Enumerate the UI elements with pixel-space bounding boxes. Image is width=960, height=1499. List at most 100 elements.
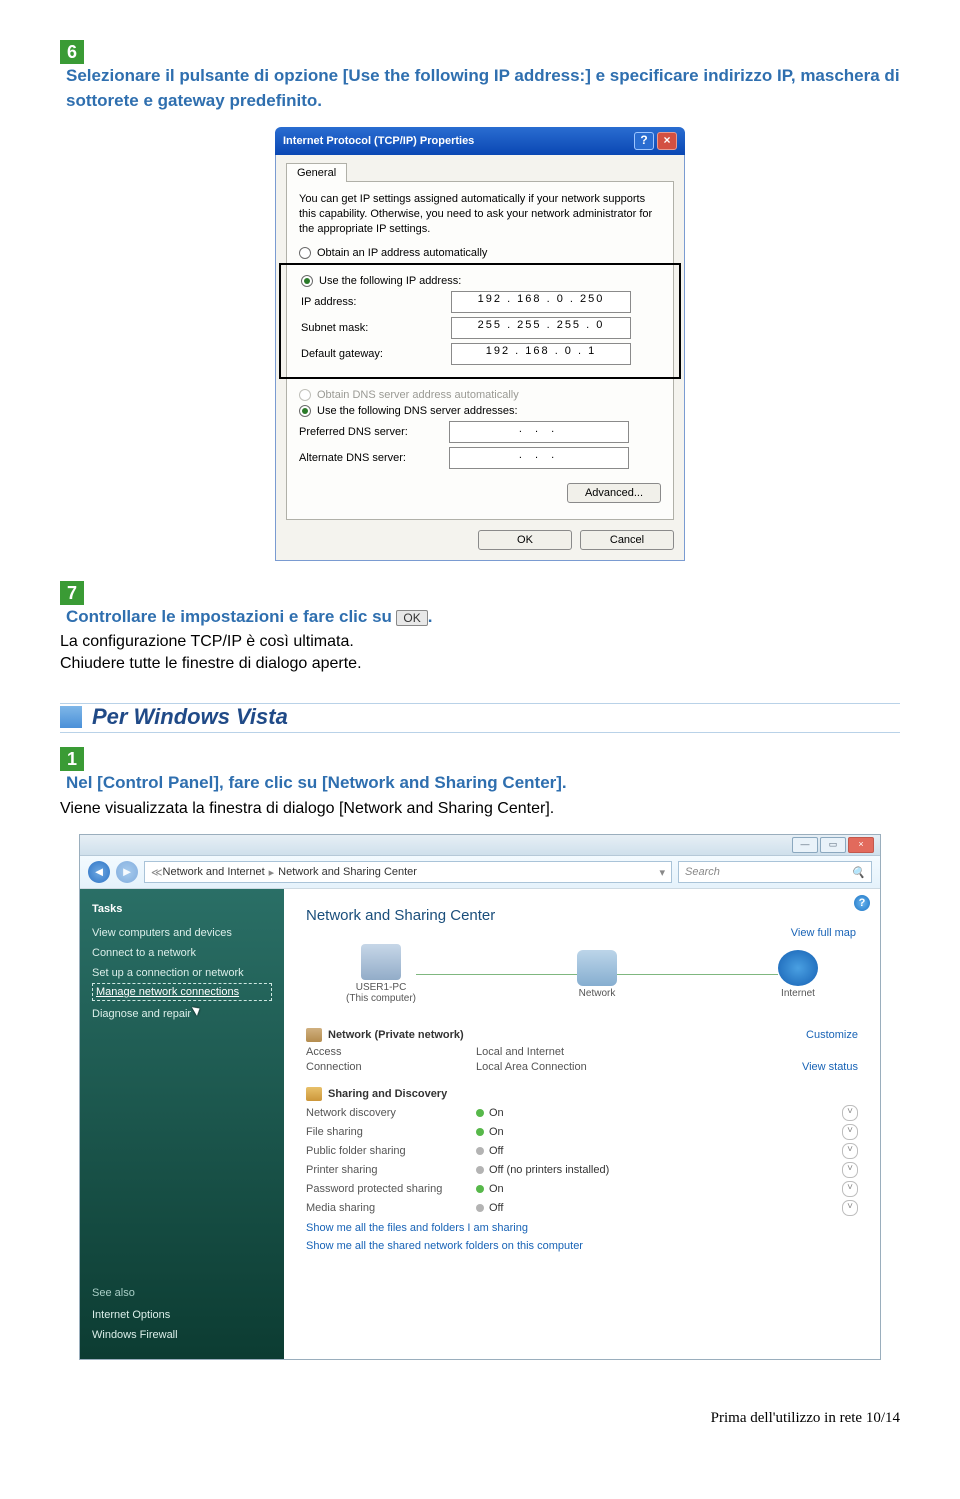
ip-address-input[interactable]: 192 . 168 . 0 . 250 (451, 291, 631, 313)
tab-general[interactable]: General (286, 163, 347, 182)
section-header: Per Windows Vista (60, 703, 900, 733)
help-icon[interactable]: ? (634, 132, 654, 150)
nav-forward-icon[interactable]: ► (116, 861, 138, 883)
sharing-row: Public folder sharingOff˅ (306, 1143, 858, 1159)
close-icon[interactable]: × (848, 837, 874, 853)
sharing-key: Network discovery (306, 1107, 476, 1119)
radio-use-following-dns[interactable]: Use the following DNS server addresses: (299, 405, 661, 417)
step1-line2: Viene visualizzata la finestra di dialog… (60, 800, 900, 818)
chevron-down-icon[interactable]: ˅ (842, 1181, 858, 1197)
section-title: Per Windows Vista (92, 704, 288, 730)
sharing-group-icon (306, 1087, 322, 1101)
view-full-map-link[interactable]: View full map (791, 927, 856, 939)
sharing-key: Password protected sharing (306, 1183, 476, 1195)
sharing-value: Off (no printers installed) (489, 1164, 609, 1176)
close-icon[interactable]: × (657, 132, 677, 150)
sharing-row: Network discoveryOn˅ (306, 1105, 858, 1121)
ok-button[interactable]: OK (478, 530, 572, 550)
cancel-button[interactable]: Cancel (580, 530, 674, 550)
crumb-sharing-center[interactable]: Network and Sharing Center (278, 866, 417, 878)
access-value: Local and Internet (476, 1046, 858, 1058)
default-gateway-input[interactable]: 192 . 168 . 0 . 1 (451, 343, 631, 365)
main-title: Network and Sharing Center (306, 907, 858, 924)
chevron-down-icon[interactable]: ˅ (842, 1200, 858, 1216)
task-view-computers[interactable]: View computers and devices (92, 927, 272, 939)
computer-icon (361, 944, 401, 980)
tasks-heading: Tasks (92, 903, 272, 915)
page-footer: Prima dell'utilizzo in rete 10/14 (0, 1410, 900, 1427)
search-input[interactable]: Search🔍 (678, 861, 872, 883)
step7-line3: Chiudere tutte le finestre di dialogo ap… (60, 655, 900, 673)
address-bar[interactable]: ≪ Network and Internet ▸ Network and Sha… (144, 861, 672, 883)
vista-network-sharing-window: — ▭ × ◄ ► ≪ Network and Internet ▸ Netwo… (79, 834, 881, 1360)
task-connect-network[interactable]: Connect to a network (92, 947, 272, 959)
chevron-down-icon[interactable]: ˅ (842, 1143, 858, 1159)
search-icon: 🔍 (851, 866, 865, 879)
status-dot-icon (476, 1166, 484, 1174)
step7-badge: 7 (60, 581, 84, 605)
step6-badge: 6 (60, 40, 84, 64)
chevron-down-icon[interactable]: ˅ (842, 1124, 858, 1140)
globe-icon (778, 950, 818, 986)
step7-line2: La configurazione TCP/IP è così ultimata… (60, 633, 900, 651)
sharing-value: Off (489, 1202, 503, 1214)
step7-text-a: Controllare le impostazioni e fare clic … (66, 607, 392, 626)
main-area: ? Network and Sharing Center View full m… (284, 889, 880, 1359)
network-icon (577, 950, 617, 986)
step6-text: Selezionare il pulsante di opzione [Use … (66, 66, 900, 110)
network-group-icon (306, 1028, 322, 1042)
xp-info-text: You can get IP settings assigned automat… (299, 192, 661, 237)
task-setup-connection[interactable]: Set up a connection or network (92, 967, 272, 979)
chevron-down-icon[interactable]: ˅ (842, 1162, 858, 1178)
link-windows-firewall[interactable]: Windows Firewall (92, 1329, 272, 1341)
customize-link[interactable]: Customize (806, 1029, 858, 1041)
crumb-network-internet[interactable]: Network and Internet (163, 866, 265, 878)
step1-text: Nel [Control Panel], fare clic su [Netwo… (66, 773, 567, 792)
advanced-button[interactable]: Advanced... (567, 483, 661, 503)
xp-tcpip-dialog: Internet Protocol (TCP/IP) Properties ? … (275, 127, 685, 561)
status-dot-icon (476, 1147, 484, 1155)
status-dot-icon (476, 1109, 484, 1117)
network-group-title: Network (Private network) (328, 1029, 464, 1041)
network-map: USER1-PC(This computer) Network Internet (346, 944, 818, 1004)
status-dot-icon (476, 1128, 484, 1136)
minimize-icon[interactable]: — (792, 837, 818, 853)
preferred-dns-label: Preferred DNS server: (299, 426, 449, 438)
step1-badge: 1 (60, 747, 84, 771)
connection-value: Local Area Connection (476, 1061, 802, 1073)
default-gateway-label: Default gateway: (301, 348, 451, 360)
sharing-value: On (489, 1126, 504, 1138)
subnet-mask-label: Subnet mask: (301, 322, 451, 334)
task-manage-connections[interactable]: Manage network connections (96, 986, 239, 998)
sharing-group-title: Sharing and Discovery (328, 1088, 447, 1100)
radio-use-following-ip[interactable]: Use the following IP address: (301, 275, 659, 287)
status-dot-icon (476, 1204, 484, 1212)
preferred-dns-input[interactable]: . . . (449, 421, 629, 443)
ok-inline-button: OK (396, 610, 427, 626)
view-status-link[interactable]: View status (802, 1061, 858, 1073)
task-manage-connections-highlight: Manage network connections (92, 983, 272, 1001)
sidebar: Tasks View computers and devices Connect… (80, 889, 284, 1359)
cursor-icon (191, 1005, 205, 1023)
show-files-link[interactable]: Show me all the files and folders I am s… (306, 1222, 858, 1234)
chevron-down-icon[interactable]: ˅ (842, 1105, 858, 1121)
window-chrome: — ▭ × (80, 835, 880, 856)
status-dot-icon (476, 1185, 484, 1193)
sharing-key: Public folder sharing (306, 1145, 476, 1157)
maximize-icon[interactable]: ▭ (820, 837, 846, 853)
nav-back-icon[interactable]: ◄ (88, 861, 110, 883)
link-internet-options[interactable]: Internet Options (92, 1309, 272, 1321)
sharing-row: Printer sharingOff (no printers installe… (306, 1162, 858, 1178)
see-also-heading: See also (92, 1287, 272, 1299)
ip-address-label: IP address: (301, 296, 451, 308)
show-folders-link[interactable]: Show me all the shared network folders o… (306, 1240, 858, 1252)
section-bullet-icon (60, 706, 82, 728)
highlight-ip-section: Use the following IP address: IP address… (279, 263, 681, 379)
subnet-mask-input[interactable]: 255 . 255 . 255 . 0 (451, 317, 631, 339)
task-diagnose-repair[interactable]: Diagnose and repair (92, 1005, 272, 1023)
sharing-key: File sharing (306, 1126, 476, 1138)
help-icon[interactable]: ? (854, 895, 870, 911)
alternate-dns-input[interactable]: . . . (449, 447, 629, 469)
xp-titlebar: Internet Protocol (TCP/IP) Properties ? … (275, 127, 685, 155)
radio-obtain-ip-auto[interactable]: Obtain an IP address automatically (299, 247, 661, 259)
